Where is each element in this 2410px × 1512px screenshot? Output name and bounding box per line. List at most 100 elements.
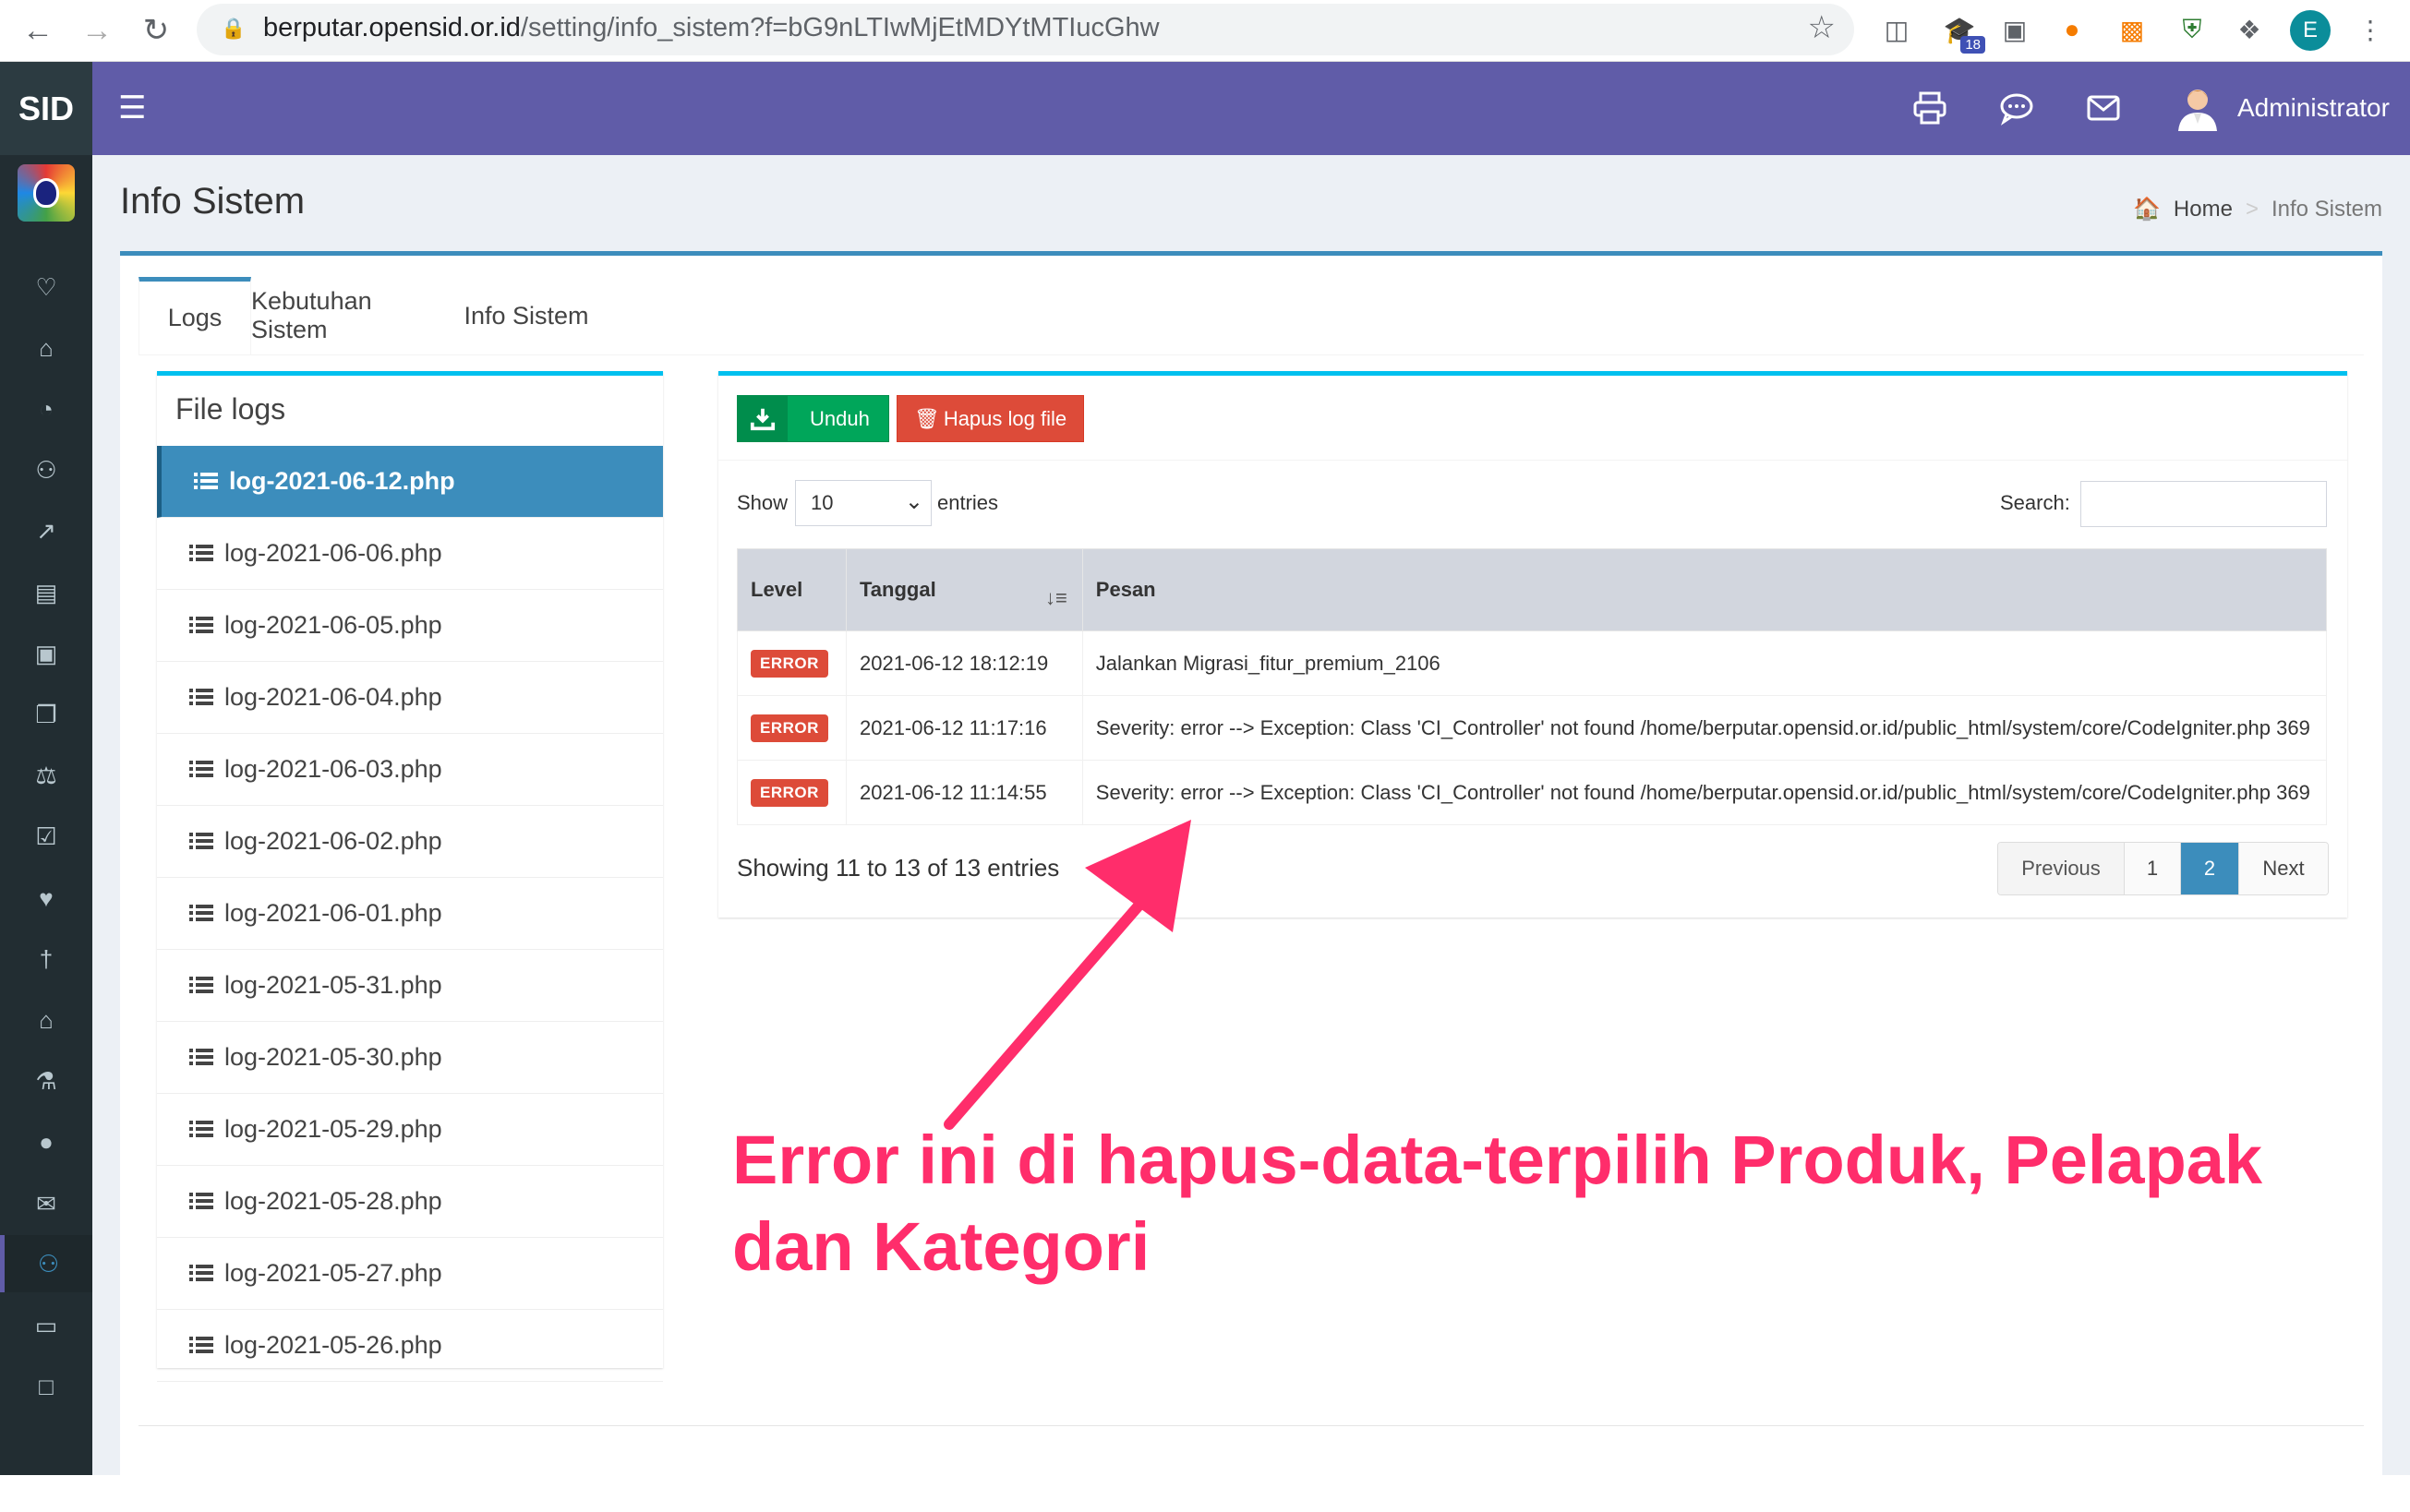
file-log-item[interactable]: log-2021-05-29.php	[157, 1094, 663, 1166]
file-log-item[interactable]: log-2021-05-26.php	[157, 1310, 663, 1382]
file-log-item[interactable]: log-2021-06-12.php	[157, 446, 663, 518]
sidebar-files-icon[interactable]: ❐	[28, 696, 65, 733]
sidebar-archive-icon[interactable]: ▣	[28, 635, 65, 672]
tab-kebutuhan-sistem[interactable]: Kebutuhan Sistem	[251, 277, 452, 354]
file-log-item[interactable]: log-2021-06-02.php	[157, 806, 663, 878]
file-logs-title: File logs	[175, 392, 286, 426]
puzzle-extensions-icon[interactable]: ❖	[2229, 9, 2270, 50]
sidebar-bank-icon[interactable]: ⌂	[28, 1002, 65, 1038]
admin-avatar[interactable]	[2176, 85, 2219, 131]
village-logo[interactable]	[18, 164, 75, 222]
box-divider	[718, 460, 2347, 461]
page-length-select[interactable]: 10 ⌄	[795, 480, 932, 526]
envelope-icon[interactable]	[2085, 90, 2126, 130]
shield-extension-icon[interactable]: ⛨	[2172, 9, 2212, 50]
sidebar-book-icon[interactable]: ▤	[28, 574, 65, 611]
file-log-item[interactable]: log-2021-05-28.php	[157, 1166, 663, 1238]
list-icon	[189, 544, 213, 561]
back-arrow-icon[interactable]: ←	[15, 7, 61, 54]
message-cell: Severity: error --> Exception: Class 'CI…	[1081, 695, 2328, 761]
file-log-name: log-2021-05-29.php	[224, 1115, 442, 1143]
pagination-page-2[interactable]: 2	[2180, 843, 2238, 894]
extension-badge: 18	[1960, 36, 1985, 54]
breadcrumb-home[interactable]: Home	[2174, 197, 2233, 222]
lock-icon: 🔒	[221, 17, 247, 40]
forward-arrow-icon[interactable]: →	[74, 7, 120, 54]
tab-logs[interactable]: Logs	[139, 277, 251, 354]
tab-info-sistem[interactable]: Info Sistem	[452, 277, 600, 354]
show-label: Show	[737, 491, 789, 514]
sidebar-home-icon[interactable]: ⌂	[28, 330, 65, 366]
admin-name[interactable]: Administrator	[2237, 93, 2390, 123]
sidebar-toggle-icon[interactable]: ☰	[118, 90, 146, 126]
sidebar-chart-icon[interactable]: ↗	[28, 513, 65, 550]
list-icon	[189, 1048, 213, 1065]
browser-toolbar: ← → ↻ 🔒 berputar.opensid.or.id/setting/i…	[0, 0, 2410, 62]
column-header-pesan[interactable]: Pesan	[1081, 548, 2328, 631]
file-log-item[interactable]: log-2021-06-03.php	[157, 734, 663, 806]
column-header-level[interactable]: Level	[737, 548, 847, 631]
level-badge: ERROR	[751, 714, 828, 742]
sidebar-signpost-icon[interactable]: †	[28, 941, 65, 978]
download-label: Unduh	[810, 406, 870, 430]
trash-icon: 🗑	[913, 406, 940, 430]
pagination-next[interactable]: Next	[2238, 843, 2328, 894]
trello-extension-icon[interactable]: ◫	[1876, 9, 1917, 50]
file-log-item[interactable]: log-2021-06-06.php	[157, 518, 663, 590]
sidebar-checkbox-icon[interactable]: ☑	[28, 819, 65, 856]
sidebar-cart-icon[interactable]: ⚗	[28, 1063, 65, 1100]
rss-extension-icon[interactable]: ▩	[2112, 9, 2152, 50]
sidebar-heartbeat-icon[interactable]: ♡	[28, 269, 65, 306]
level-cell: ERROR	[737, 695, 847, 761]
file-log-name: log-2021-05-30.php	[224, 1043, 442, 1071]
column-header-pesan-label: Pesan	[1095, 578, 1156, 601]
browser-menu-icon[interactable]: ⋮	[2350, 9, 2391, 50]
bookmark-star-icon[interactable]: ☆	[1808, 9, 1836, 46]
pagination-previous[interactable]: Previous	[1998, 843, 2124, 894]
graduation-cap-extension-icon[interactable]: 🎓 18	[1939, 9, 1985, 54]
file-log-name: log-2021-05-31.php	[224, 971, 442, 999]
home-icon[interactable]: 🏠	[2133, 196, 2161, 222]
file-log-item[interactable]: log-2021-06-01.php	[157, 878, 663, 950]
sidebar-globe-icon[interactable]: ●	[28, 1124, 65, 1161]
profile-avatar[interactable]: E	[2290, 10, 2331, 51]
column-header-tanggal[interactable]: Tanggal ↓≡	[845, 548, 1083, 631]
download-button[interactable]: Unduh	[737, 395, 889, 442]
sidebar-inbox-icon[interactable]: □	[28, 1369, 65, 1406]
chat-icon[interactable]	[1998, 90, 2039, 130]
column-header-tanggal-label: Tanggal	[859, 578, 936, 601]
sidebar-heart-icon[interactable]: ♥	[28, 880, 65, 917]
sidebar-dashboard-icon[interactable]: ◔	[28, 390, 65, 427]
app-logo[interactable]: SID	[0, 62, 92, 155]
print-icon[interactable]	[1911, 90, 1952, 130]
sidebar-users-icon[interactable]: ⚇	[28, 452, 65, 489]
address-bar[interactable]: 🔒 berputar.opensid.or.id/setting/info_si…	[197, 4, 1854, 55]
list-icon	[189, 904, 213, 921]
search-input[interactable]	[2080, 481, 2327, 527]
delete-log-label: Hapus log file	[943, 406, 1067, 430]
table-header-row: Level Tanggal ↓≡ Pesan	[737, 548, 2328, 631]
file-log-item[interactable]: log-2021-05-31.php	[157, 950, 663, 1022]
page-title: Info Sistem	[120, 181, 306, 222]
delete-log-button[interactable]: 🗑 Hapus log file	[897, 395, 1084, 442]
sidebar-envelope-icon[interactable]: ✉	[28, 1185, 65, 1222]
pagination-page-1[interactable]: 1	[2124, 843, 2180, 894]
level-badge: ERROR	[751, 649, 828, 678]
list-icon	[189, 1336, 213, 1353]
file-log-item[interactable]: log-2021-06-05.php	[157, 590, 663, 662]
file-log-name: log-2021-05-27.php	[224, 1259, 442, 1287]
date-cell: 2021-06-12 18:12:19	[845, 630, 1083, 696]
b-extension-icon[interactable]: ●	[2052, 9, 2092, 50]
file-log-item[interactable]: log-2021-06-04.php	[157, 662, 663, 734]
file-log-item[interactable]: log-2021-05-30.php	[157, 1022, 663, 1094]
mask-extension-icon[interactable]: ▣	[1994, 9, 2035, 50]
date-cell: 2021-06-12 11:14:55	[845, 760, 1083, 825]
url-text[interactable]: berputar.opensid.or.id/setting/info_sist…	[263, 13, 1160, 43]
sidebar-desktop-icon[interactable]: ▭	[28, 1307, 65, 1344]
breadcrumb: 🏠 Home > Info Sistem	[2133, 196, 2382, 222]
reload-icon[interactable]: ↻	[133, 7, 179, 54]
sidebar-users-active-icon[interactable]: ⚇	[0, 1235, 92, 1293]
list-icon	[189, 1192, 213, 1209]
file-log-item[interactable]: log-2021-05-27.php	[157, 1238, 663, 1310]
sidebar-balance-icon[interactable]: ⚖	[28, 758, 65, 795]
